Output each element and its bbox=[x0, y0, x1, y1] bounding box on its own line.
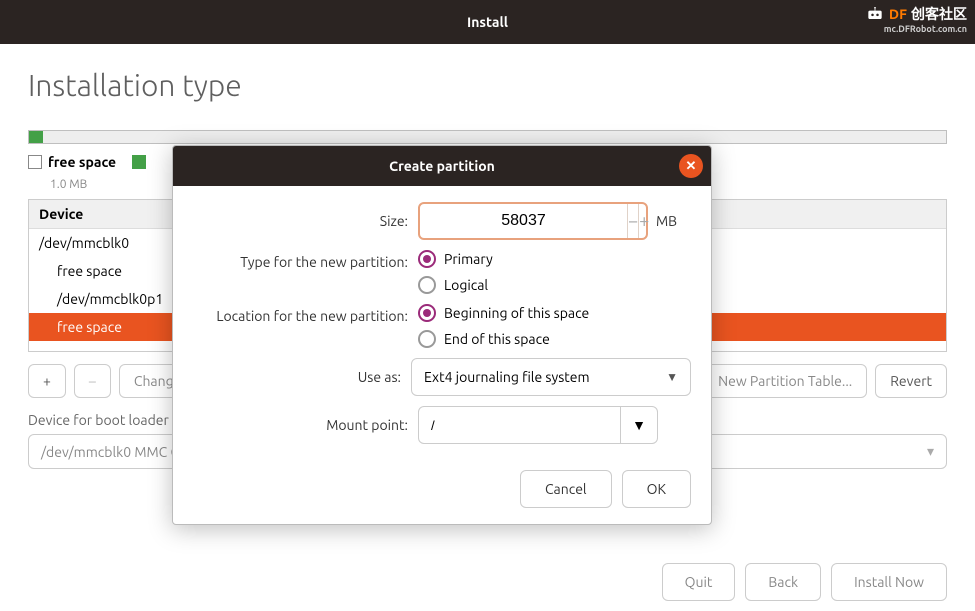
quit-button[interactable]: Quit bbox=[662, 563, 736, 601]
useas-select[interactable]: Ext4 journaling file system ▼ bbox=[411, 358, 691, 396]
partition-segment-free bbox=[43, 131, 946, 143]
partition-segment-used bbox=[29, 131, 43, 143]
new-partition-table-button[interactable]: New Partition Table... bbox=[703, 364, 867, 398]
close-icon: ✕ bbox=[686, 159, 697, 174]
watermark: DF创客社区 mc.DFRobot.com.cn bbox=[865, 4, 967, 34]
legend-free-label: free space bbox=[48, 154, 116, 170]
ok-button[interactable]: OK bbox=[622, 470, 691, 508]
size-spinbox[interactable]: − + bbox=[418, 202, 648, 240]
close-button[interactable]: ✕ bbox=[679, 154, 703, 178]
mount-point-combo[interactable]: ▼ bbox=[418, 406, 658, 444]
radio-label: Beginning of this space bbox=[444, 305, 589, 321]
radio-label: Primary bbox=[444, 251, 493, 267]
radio-icon bbox=[418, 330, 436, 348]
legend-checkbox[interactable] bbox=[28, 155, 42, 169]
location-label: Location for the new partition: bbox=[193, 304, 418, 324]
size-decrement[interactable]: − bbox=[627, 204, 638, 238]
window-title: Install bbox=[467, 14, 508, 30]
cancel-button[interactable]: Cancel bbox=[520, 470, 612, 508]
size-label: Size: bbox=[193, 213, 418, 229]
radio-icon bbox=[418, 250, 436, 268]
legend-swatch bbox=[132, 155, 146, 169]
partition-bar[interactable] bbox=[28, 130, 947, 144]
useas-label: Use as: bbox=[193, 369, 411, 385]
back-button[interactable]: Back bbox=[745, 563, 821, 601]
mount-point-input[interactable] bbox=[418, 406, 621, 444]
size-unit: MB bbox=[656, 213, 677, 229]
chevron-down-icon: ▼ bbox=[632, 417, 646, 433]
type-primary-radio[interactable]: Primary bbox=[418, 250, 493, 268]
type-logical-radio[interactable]: Logical bbox=[418, 276, 493, 294]
create-partition-dialog: Create partition ✕ Size: − + MB Type for… bbox=[172, 145, 712, 525]
mount-point-dropdown[interactable]: ▼ bbox=[621, 406, 658, 444]
install-now-button[interactable]: Install Now bbox=[831, 563, 947, 601]
location-begin-radio[interactable]: Beginning of this space bbox=[418, 304, 589, 322]
add-button[interactable]: + bbox=[28, 364, 66, 398]
radio-label: Logical bbox=[444, 277, 488, 293]
remove-button[interactable]: – bbox=[74, 364, 111, 398]
radio-label: End of this space bbox=[444, 331, 550, 347]
radio-icon bbox=[418, 276, 436, 294]
chevron-down-icon: ▼ bbox=[666, 370, 678, 384]
mount-label: Mount point: bbox=[193, 417, 418, 433]
page-title: Installation type bbox=[28, 68, 947, 102]
size-input[interactable] bbox=[420, 212, 627, 230]
type-label: Type for the new partition: bbox=[193, 250, 418, 270]
footer-buttons: Quit Back Install Now bbox=[662, 563, 947, 601]
size-increment[interactable]: + bbox=[638, 204, 649, 238]
radio-icon bbox=[418, 304, 436, 322]
dialog-title: Create partition bbox=[389, 158, 495, 174]
dialog-titlebar: Create partition ✕ bbox=[173, 146, 711, 186]
revert-button[interactable]: Revert bbox=[875, 364, 947, 398]
useas-value: Ext4 journaling file system bbox=[424, 369, 590, 385]
chevron-down-icon: ▾ bbox=[927, 443, 934, 460]
location-end-radio[interactable]: End of this space bbox=[418, 330, 589, 348]
robot-icon bbox=[865, 7, 885, 21]
window-titlebar: Install DF创客社区 mc.DFRobot.com.cn bbox=[0, 0, 975, 44]
